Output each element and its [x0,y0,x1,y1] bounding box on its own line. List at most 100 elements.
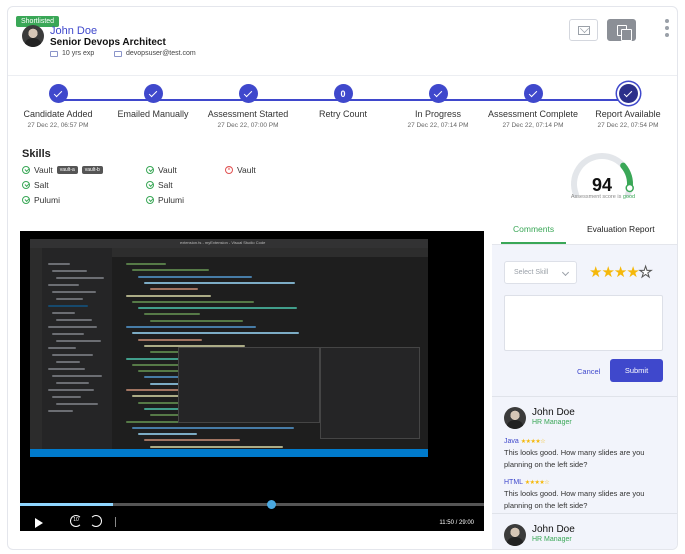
commenter-name: John Doe [532,524,575,535]
skill-tag: vault-a [56,166,78,174]
status-bar [30,449,428,457]
video-progress[interactable] [20,500,484,509]
experience: 10 yrs exp [50,50,94,57]
email[interactable]: devopsuser@test.com [114,50,196,57]
comment-skill: HTML ★★★★☆ [504,479,550,486]
code-line [150,445,283,448]
comment-textarea[interactable] [504,295,663,351]
step-timestamp: 27 Dec 22, 07:14 PM [502,122,564,129]
copy-button[interactable] [607,19,636,41]
tab-comments[interactable]: Comments [500,224,567,244]
step-timestamp: 27 Dec 22, 07:54 PM [597,122,659,129]
more-options-icon[interactable] [665,19,669,37]
step-label: Assessment Complete [487,109,579,119]
step-label: In Progress [414,109,462,119]
activity-bar [30,248,42,449]
step-label: Retry Count [318,109,368,119]
commenter-role: HR Manager [532,419,572,426]
step-timestamp: 27 Dec 22, 07:14 PM [407,122,469,129]
code-line [132,269,209,272]
skill-item: Pulumi [146,195,184,205]
header-divider [8,75,677,76]
check-circle-icon [146,196,154,204]
timeline-step: Candidate Added 27 Dec 22, 06:57 PM [8,84,108,129]
submit-button[interactable]: Submit [610,359,663,382]
explorer-line [52,375,102,377]
step-label: Emailed Manually [117,109,189,119]
check-circle-icon [146,166,154,174]
video-frame: extension.ts - myExtension - Visual Stud… [30,239,428,457]
explorer-line [48,368,85,370]
candidate-name[interactable]: John Doe [50,25,97,37]
timeline-step: In Progress 27 Dec 22, 07:14 PM [388,84,488,129]
select-skill-dropdown[interactable]: Select Skill [504,261,577,284]
star-icon[interactable]: ★ [601,264,614,281]
explorer-line [56,382,89,384]
check-circle-icon [146,181,154,189]
star-icon[interactable]: ★ [638,264,653,281]
suggestion-popup [178,347,320,423]
rewind-10-icon[interactable]: 10 [70,515,82,527]
explorer-line [56,403,98,405]
code-line [126,263,166,265]
step-timestamp: 27 Dec 22, 07:00 PM [217,122,279,129]
explorer-line [48,389,94,391]
x-circle-icon: × [225,166,233,174]
explorer-line [52,270,87,272]
check-icon [523,84,543,103]
code-line [138,275,252,278]
check-circle-icon [22,196,30,204]
skills-heading: Skills [22,148,51,160]
skill-tag: vault-b [81,166,103,174]
video-time: 11:50 / 29:00 [439,520,474,526]
code-line [126,294,211,297]
avatar [504,407,526,429]
explorer-line [48,326,97,328]
explorer-line [48,284,79,286]
explorer-line [48,347,76,349]
progress-handle[interactable] [266,500,276,509]
skill-item: Vault [146,165,177,175]
rating-stars[interactable]: ★★★★★ [589,264,653,281]
explorer-line [48,305,88,307]
candidate-card: Shortlisted John Doe Senior Devops Archi… [7,6,678,550]
tab-evaluation-report[interactable]: Evaluation Report [587,224,655,234]
explorer-line [56,298,83,300]
skill-item: Salt [22,180,49,190]
gauge-marker [625,183,634,193]
candidate-title: Senior Devops Architect [50,37,166,48]
timeline-step: Assessment Started 27 Dec 22, 07:00 PM [198,84,298,129]
code-line [150,288,198,291]
star-icon[interactable]: ★ [589,264,602,281]
email-button[interactable] [569,19,598,41]
video-player[interactable]: extension.ts - myExtension - Visual Stud… [20,231,484,531]
play-icon[interactable] [35,518,43,528]
code-line [138,433,197,436]
check-icon [428,84,448,103]
skill-item: Pulumi [22,195,60,205]
documentation-popup [320,347,420,439]
copy-icon [616,24,632,41]
commenter-name: John Doe [532,407,575,418]
star-icon[interactable]: ★ [626,264,639,281]
code-line [138,307,297,310]
code-line [132,332,299,335]
score-caption: Assessment score is good [570,194,636,200]
avatar [504,524,526,546]
code-line [144,281,295,284]
explorer-line [56,340,101,342]
check-icon [618,84,638,103]
retry-count: 0 [333,84,353,103]
timeline-step: Report Available 27 Dec 22, 07:54 PM [578,84,677,129]
explorer-line [48,410,73,412]
cancel-button[interactable]: Cancel [577,367,600,376]
timeline-step: Emailed Manually [103,84,203,122]
explorer-line [52,312,75,314]
commenter-role: HR Manager [532,536,572,543]
forward-10-icon[interactable] [90,515,102,527]
step-timestamp: 27 Dec 22, 06:57 PM [27,122,89,129]
code-line [132,426,294,429]
timeline-step: 0 Retry Count [293,84,393,122]
assessment-score: 94 [591,175,613,195]
star-icon[interactable]: ★ [614,264,627,281]
